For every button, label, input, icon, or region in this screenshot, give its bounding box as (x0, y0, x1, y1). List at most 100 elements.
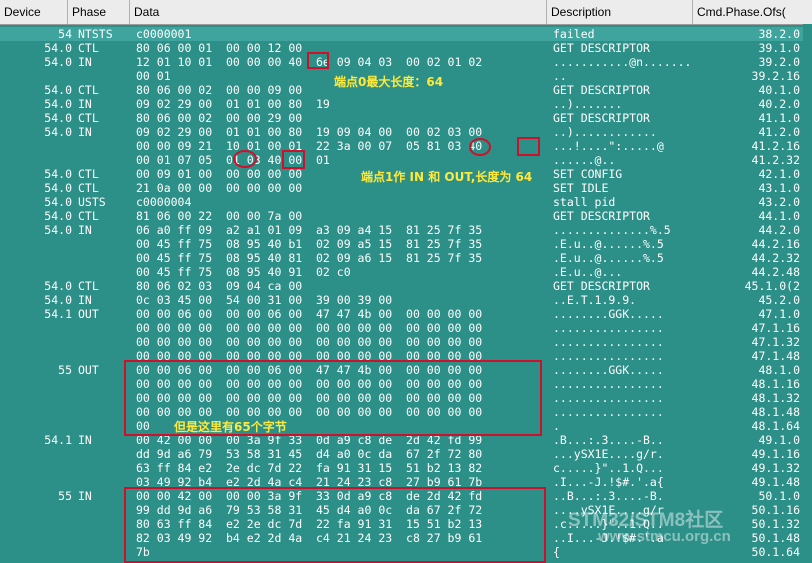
row-phase: IN (78, 97, 92, 111)
note-endpoint1-in-out: 端点1作 IN 和 OUT,长度为 64 (361, 170, 533, 184)
row-data: 00 00 00 00 00 00 00 00 00 00 00 00 00 0… (136, 321, 483, 335)
row-cmd-phase-ofs: 50.1.64 (751, 545, 800, 559)
trace-row[interactable]: 54.1 OUT 00 00 06 00 00 00 06 00 47 47 4b … (0, 307, 812, 321)
row-device: 54.0 (44, 125, 72, 139)
trace-row[interactable]: 54.0 IN 09 02 29 00 01 01 00 80 19..).....… (0, 97, 812, 111)
row-cmd-phase-ofs: 42.1.0 (758, 167, 800, 181)
row-description: GET DESCRIPTOR (553, 83, 650, 97)
row-description: .. (553, 69, 567, 83)
row-cmd-phase-ofs: 47.1.0 (758, 307, 800, 321)
row-cmd-phase-ofs: 41.2.0 (758, 125, 800, 139)
trace-row[interactable]: dd 9d a6 79 53 58 31 45 d4 a0 0c da 67 2… (0, 447, 812, 461)
row-description: ................ (553, 349, 664, 363)
trace-row[interactable]: 00 00 00 00 00 00 00 00 00 00 00 00 00 0… (0, 321, 812, 335)
trace-row[interactable]: 54.0 CTL 80 06 00 01 00 00 12 00 GET DESCRI… (0, 41, 812, 55)
vertical-scrollbar[interactable] (803, 24, 812, 563)
highlight-box-in-65-bytes (124, 487, 546, 563)
column-header-description[interactable]: Description (547, 0, 693, 24)
trace-row[interactable]: 54.0 CTL 80 06 02 03 09 04 ca 00 GET DESCRI… (0, 279, 812, 293)
row-cmd-phase-ofs: 44.2.48 (751, 265, 800, 279)
trace-row[interactable]: 54.0 USTS c0000004 stall pid 43.2.0 (0, 195, 812, 209)
row-cmd-phase-ofs: 44.2.0 (758, 223, 800, 237)
row-cmd-phase-ofs: 48.1.0 (758, 363, 800, 377)
row-cmd-phase-ofs: 48.1.64 (751, 419, 800, 433)
row-description: stall pid (553, 195, 616, 209)
highlight-box-ep1-in-size (517, 137, 540, 156)
row-cmd-phase-ofs: 38.2.0 (758, 27, 800, 41)
trace-row[interactable]: 00 45 ff 75 08 95 40 b1 02 09 a5 15 81 2… (0, 237, 812, 251)
row-description: ........GGK..... (553, 363, 664, 377)
column-header-data[interactable]: Data (130, 0, 547, 24)
row-data: 80 06 00 02 00 00 29 00 (136, 111, 303, 125)
row-description: ................ (553, 321, 664, 335)
row-cmd-phase-ofs: 45.1.0(2 (744, 279, 800, 293)
trace-row[interactable]: 00 45 ff 75 08 95 40 81 02 09 a6 15 81 2… (0, 251, 812, 265)
note-65-bytes: 但是这里有65个字节 (174, 420, 287, 434)
row-cmd-phase-ofs: 44.2.16 (751, 237, 800, 251)
row-data: 00 01 (136, 69, 171, 83)
row-description: ..)............ (553, 125, 657, 139)
row-cmd-phase-ofs: 40.1.0 (758, 83, 800, 97)
row-cmd-phase-ofs: 48.1.32 (751, 391, 800, 405)
row-description: ...!....":.....@ (553, 139, 664, 153)
row-phase: IN (78, 293, 92, 307)
row-cmd-phase-ofs: 48.1.16 (751, 377, 800, 391)
trace-row[interactable]: 00 45 ff 75 08 95 40 91 02 c0 .E.u..@... 4… (0, 265, 812, 279)
row-data: 09 02 29 00 01 01 00 80 19 09 04 00 00 0… (136, 125, 483, 139)
row-data: 00 45 ff 75 08 95 40 91 02 c0 (136, 265, 351, 279)
row-phase: CTL (78, 279, 99, 293)
trace-row[interactable]: 54.0 IN 0c 03 45 00 54 00 31 00 39 00 39 0… (0, 293, 812, 307)
row-description: SET CONFIG (553, 167, 623, 181)
row-cmd-phase-ofs: 47.1.16 (751, 321, 800, 335)
row-device: 54.0 (44, 167, 72, 181)
row-cmd-phase-ofs: 44.1.0 (758, 209, 800, 223)
trace-row[interactable]: 54 NTSTS c0000001 failed 38.2.0 (0, 27, 812, 41)
row-description: { (553, 545, 560, 559)
row-device: 55 (58, 489, 72, 503)
row-description: GET DESCRIPTOR (553, 41, 650, 55)
column-header-phase[interactable]: Phase (68, 0, 130, 24)
row-phase: IN (78, 55, 92, 69)
trace-row[interactable]: 54.0 CTL 80 06 00 02 00 00 29 00 GET DESCRI… (0, 111, 812, 125)
trace-row[interactable]: 54.0 IN 06 a0 ff 09 a2 a1 01 09 a3 09 a4 1… (0, 223, 812, 237)
row-data: 63 ff 84 e2 2e dc 7d 22 fa 91 31 15 51 b… (136, 461, 483, 475)
row-phase: IN (78, 489, 92, 503)
column-header-device[interactable]: Device (0, 0, 68, 24)
row-data: 06 a0 ff 09 a2 a1 01 09 a3 09 a4 15 81 2… (136, 223, 483, 237)
row-description: c.....}"..1.Q... (553, 461, 664, 475)
row-data: c0000004 (136, 195, 192, 209)
trace-row[interactable]: 00 00 09 21 10 01 00 01 22 3a 00 07 05 8… (0, 139, 812, 153)
row-data: 00 45 ff 75 08 95 40 81 02 09 a6 15 81 2… (136, 251, 483, 265)
row-cmd-phase-ofs: 49.1.0 (758, 433, 800, 447)
row-device: 54.1 (44, 433, 72, 447)
row-device: 54.0 (44, 223, 72, 237)
trace-row[interactable]: 63 ff 84 e2 2e dc 7d 22 fa 91 31 15 51 b… (0, 461, 812, 475)
trace-row[interactable]: 54.0 CTL 81 06 00 22 00 00 7a 00 GET DESCRI… (0, 209, 812, 223)
row-device: 54.0 (44, 209, 72, 223)
row-phase: IN (78, 125, 92, 139)
row-description: .E.u..@......%.5 (553, 251, 664, 265)
trace-row[interactable]: 00 00 00 00 00 00 00 00 00 00 00 00 00 0… (0, 335, 812, 349)
row-cmd-phase-ofs: 50.1.16 (751, 503, 800, 517)
row-device: 54.0 (44, 195, 72, 209)
trace-row[interactable]: 54.0 IN 09 02 29 00 01 01 00 80 19 09 04 0… (0, 125, 812, 139)
row-phase: IN (78, 223, 92, 237)
row-description: ................ (553, 405, 664, 419)
row-device: 54.0 (44, 181, 72, 195)
row-description: .B...:.3....-B.. (553, 433, 664, 447)
trace-row[interactable]: 00 01 07 05 01 03 40 00 01 ......@.. 41.2.… (0, 153, 812, 167)
column-header-cmd-phase-ofs[interactable]: Cmd.Phase.Ofs( (693, 0, 812, 24)
row-phase: OUT (78, 307, 99, 321)
row-description: ..)....... (553, 97, 623, 111)
row-data: 00 45 ff 75 08 95 40 b1 02 09 a5 15 81 2… (136, 237, 483, 251)
row-phase: CTL (78, 83, 99, 97)
row-description: ..E.T.1.9.9. (553, 293, 637, 307)
row-description: . (553, 419, 560, 433)
row-cmd-phase-ofs: 49.1.32 (751, 461, 800, 475)
row-cmd-phase-ofs: 47.1.32 (751, 335, 800, 349)
trace-row[interactable]: 54.0 IN 12 01 10 01 00 00 00 40 6e 09 04 0… (0, 55, 812, 69)
row-cmd-phase-ofs: 40.2.0 (758, 97, 800, 111)
row-data: 00 00 06 00 00 00 06 00 47 47 4b 00 00 0… (136, 307, 483, 321)
row-data: 80 06 00 01 00 00 12 00 (136, 41, 303, 55)
row-phase: CTL (78, 167, 99, 181)
